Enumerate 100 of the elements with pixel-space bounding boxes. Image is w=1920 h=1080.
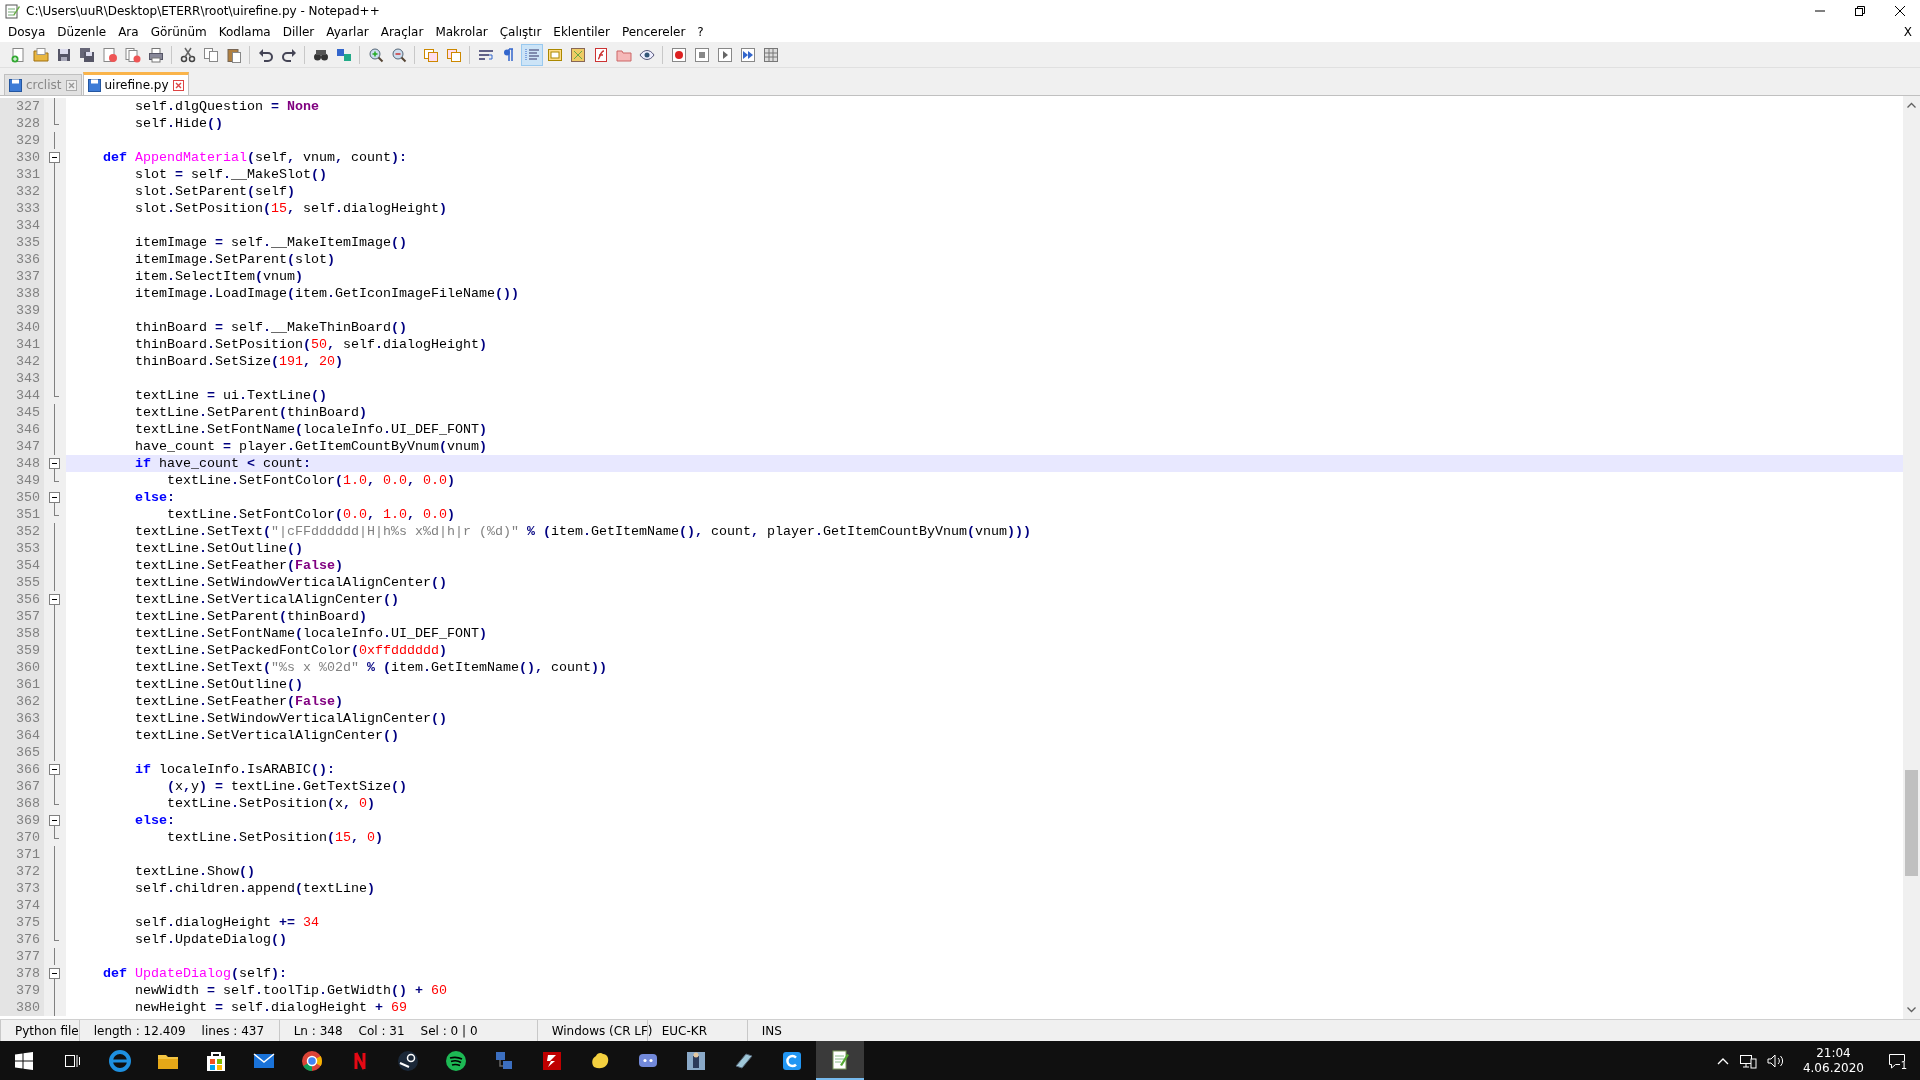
line-number: 332	[0, 183, 44, 200]
line-number: 352	[0, 523, 44, 540]
line-number: 348	[0, 455, 44, 472]
code-line: textLine.SetVerticalAlignCenter()	[134, 727, 400, 744]
line-number: 360	[0, 659, 44, 676]
menu-item[interactable]: ?	[691, 25, 710, 39]
menu-item[interactable]: Çalıştır	[493, 25, 548, 39]
chevron-up-icon[interactable]	[1716, 1056, 1729, 1065]
file-tab[interactable]: uirefine.py	[82, 72, 189, 95]
code-line: textLine.SetOutline()	[134, 676, 304, 693]
code-line: textLine.SetFeather(False)	[134, 693, 344, 710]
line-number: 370	[0, 829, 44, 846]
code-line: textLine.SetParent(thinBoard)	[134, 404, 368, 421]
collapse-marker[interactable]	[44, 591, 66, 608]
fold-end-marker	[44, 472, 66, 489]
line-number: 367	[0, 778, 44, 795]
scroll-down-icon[interactable]	[1907, 1007, 1916, 1013]
taskbar-button[interactable]	[816, 1041, 864, 1080]
line-number: 377	[0, 948, 44, 965]
line-number: 330	[0, 149, 44, 166]
line-number: 351	[0, 506, 44, 523]
line-number: 358	[0, 625, 44, 642]
collapse-icon[interactable]	[49, 594, 60, 605]
line-number: 378	[0, 965, 44, 982]
clock-date[interactable]: 4.06.2020	[1802, 1060, 1864, 1076]
line-number: 327	[0, 98, 44, 115]
line-number: 328	[0, 115, 44, 132]
line-number: 376	[0, 931, 44, 948]
volume-icon[interactable]	[1766, 1052, 1785, 1069]
code-line: slot = self.__MakeSlot()	[134, 166, 328, 183]
code-line: itemImage = self.__MakeItemImage()	[134, 234, 408, 251]
code-line: else:	[134, 489, 176, 506]
menu-item[interactable]: Makrolar	[429, 25, 494, 39]
clock-time[interactable]: 21:04	[1816, 1045, 1851, 1061]
line-count: lines : 437	[201, 1023, 265, 1038]
menu-item[interactable]: Dosya	[2, 25, 52, 39]
code-line: have_count = player.GetItemCountByVnum(vnum)	[134, 438, 488, 455]
speech-bubble-icon[interactable]	[1888, 1052, 1906, 1069]
line-number: 350	[0, 489, 44, 506]
line-number: 333	[0, 200, 44, 217]
menu-item[interactable]: Görünüm	[144, 25, 213, 39]
collapse-icon[interactable]	[49, 764, 60, 775]
line-number: 362	[0, 693, 44, 710]
code-line: if localeInfo.IsARABIC():	[134, 761, 336, 778]
menu-item[interactable]: Araçlar	[374, 25, 430, 39]
close-tab-icon[interactable]	[172, 79, 184, 91]
collapse-marker[interactable]	[44, 455, 66, 472]
menu-item[interactable]: Düzenle	[51, 25, 113, 39]
line-number: 349	[0, 472, 44, 489]
line-number: 344	[0, 387, 44, 404]
line-number: 365	[0, 744, 44, 761]
scroll-up-icon[interactable]	[1907, 102, 1916, 108]
line-number: 337	[0, 268, 44, 285]
close-document-button[interactable]: X	[1897, 25, 1920, 39]
collapse-marker[interactable]	[44, 965, 66, 982]
collapse-icon[interactable]	[49, 492, 60, 503]
code-line: textLine.SetFontName(localeInfo.UI_DEF_FONT)	[134, 625, 488, 642]
code-line: itemImage.LoadImage(item.GetIconImageFileName())	[134, 285, 520, 302]
menu-item[interactable]: Ayarlar	[320, 25, 375, 39]
collapse-marker[interactable]	[44, 489, 66, 506]
collapse-marker[interactable]	[44, 761, 66, 778]
selection-info: Sel : 0 | 0	[420, 1023, 478, 1038]
code-line: textLine.SetVerticalAlignCenter()	[134, 591, 400, 608]
code-line: slot.SetPosition(15, self.dialogHeight)	[134, 200, 448, 217]
code-line: (x,y) = textLine.GetTextSize()	[165, 778, 408, 795]
code-line: textLine.SetText("|cFFdddddd|H|h%s x%d|h|r (%d)" % (item.GetItemName(), count, player.GetItemCountByVnum(vnum)))	[134, 523, 1032, 540]
collapse-icon[interactable]	[49, 815, 60, 826]
collapse-marker[interactable]	[44, 149, 66, 166]
menu-item[interactable]: Ara	[112, 25, 145, 39]
code-line: newWidth = self.toolTip.GetWidth() + 60	[134, 982, 448, 999]
code-line: self.dlgQuestion = None	[134, 98, 320, 115]
code-line: textLine.SetFontColor(0.0, 1.0, 0.0)	[165, 506, 456, 523]
sound-waves-icon[interactable]	[444, 1048, 468, 1073]
line-number: 331	[0, 166, 44, 183]
windows-logo-icon[interactable]	[15, 1051, 33, 1070]
network-icon[interactable]	[1738, 1052, 1757, 1069]
document-length: length : 12.409	[93, 1023, 186, 1038]
menu-item[interactable]: Eklentiler	[547, 25, 616, 39]
notification-button[interactable]: 1	[1882, 1045, 1912, 1076]
collapse-marker[interactable]	[44, 812, 66, 829]
code-line: textLine.SetPosition(15, 0)	[165, 829, 384, 846]
line-number: 361	[0, 676, 44, 693]
code-line: textLine.SetPackedFontColor(0xffdddddd)	[134, 642, 448, 659]
menu-item[interactable]: Kodlama	[212, 25, 277, 39]
line-number: 354	[0, 557, 44, 574]
collapse-icon[interactable]	[49, 152, 60, 163]
cursor-column: Col : 31	[358, 1023, 405, 1038]
code-line: textLine = ui.TextLine()	[134, 387, 328, 404]
scrollbar-thumb[interactable]	[1905, 770, 1918, 876]
line-number: 375	[0, 914, 44, 931]
code-line: self.dialogHeight += 34	[134, 914, 320, 931]
collapse-icon[interactable]	[49, 968, 60, 979]
circle-logo-icon[interactable]	[300, 1048, 324, 1073]
menu-item[interactable]: Pencereler	[615, 25, 692, 39]
line-number: 336	[0, 251, 44, 268]
close-icon[interactable]	[1894, 5, 1906, 17]
browser-icon[interactable]	[108, 1048, 132, 1073]
restore-icon[interactable]	[1854, 5, 1866, 17]
collapse-icon[interactable]	[49, 458, 60, 469]
menu-item[interactable]: Diller	[276, 25, 321, 39]
